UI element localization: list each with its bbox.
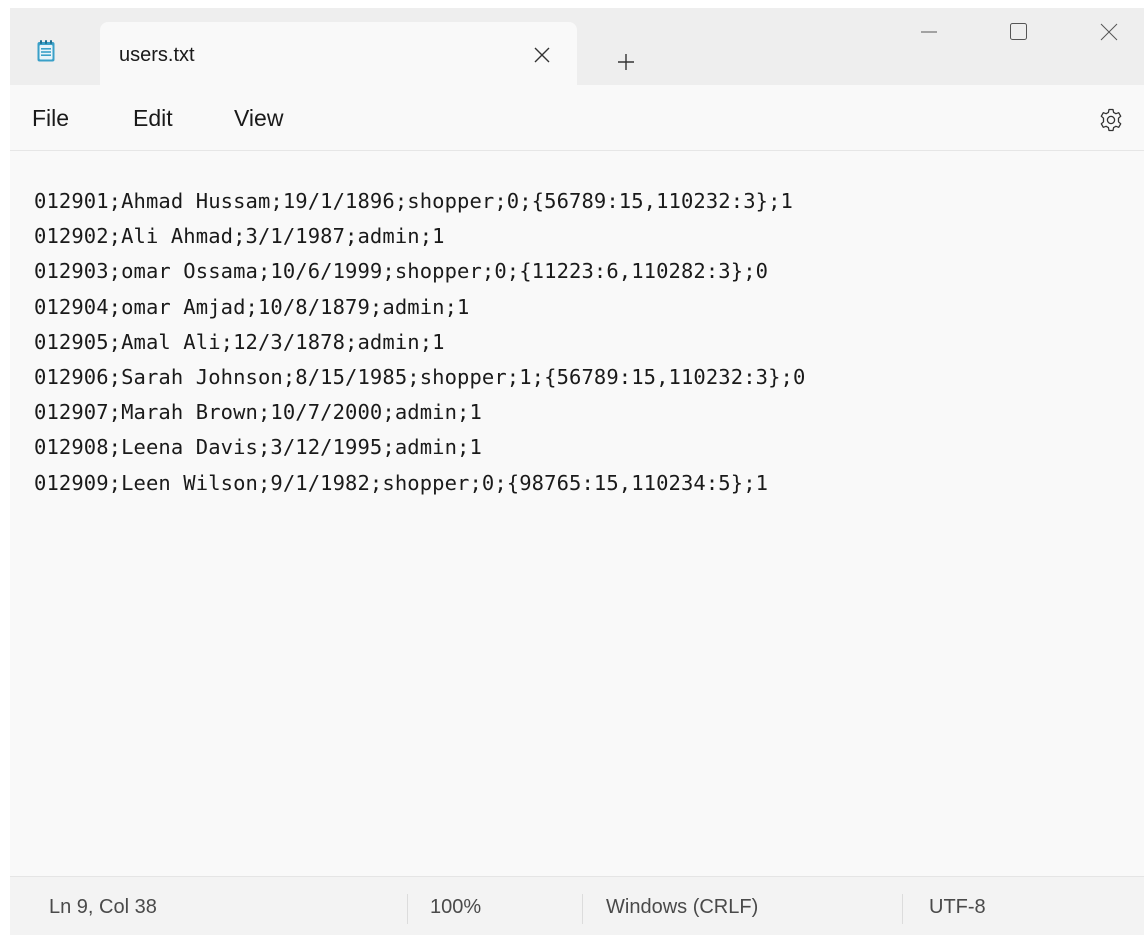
- tab-title: users.txt: [119, 44, 195, 66]
- encoding[interactable]: UTF-8: [929, 877, 986, 935]
- close-tab-icon[interactable]: [531, 44, 553, 66]
- text-line: 012905;Amal Ali;12/3/1878;admin;1: [34, 329, 445, 354]
- close-window-icon[interactable]: [1086, 8, 1132, 56]
- menu-bar: File Edit View: [10, 85, 1144, 151]
- menu-file[interactable]: File: [32, 85, 69, 150]
- minimize-icon[interactable]: [906, 8, 952, 56]
- settings-gear-icon[interactable]: [1098, 107, 1124, 133]
- new-tab-plus-icon[interactable]: [610, 46, 642, 78]
- status-divider: [582, 894, 583, 924]
- status-bar: Ln 9, Col 38 100% Windows (CRLF) UTF-8: [10, 876, 1144, 935]
- text-line: 012906;Sarah Johnson;8/15/1985;shopper;1…: [34, 365, 806, 390]
- text-line: 012901;Ahmad Hussam;19/1/1896;shopper;0;…: [34, 189, 793, 213]
- text-line: 012904;omar Amjad;10/8/1879;admin;1: [34, 294, 470, 319]
- status-divider: [902, 894, 903, 924]
- maximize-icon[interactable]: [996, 8, 1042, 56]
- status-divider: [407, 894, 408, 924]
- zoom-level[interactable]: 100%: [430, 877, 481, 935]
- text-line: 012902;Ali Ahmad;3/1/1987;admin;1: [34, 224, 445, 249]
- menu-view[interactable]: View: [234, 85, 283, 150]
- editor-lines: 012901;Ahmad Hussam;19/1/1896;shopper;0;…: [34, 184, 805, 501]
- text-line: 012903;omar Ossama;10/6/1999;shopper;0;{…: [34, 259, 769, 284]
- text-editor[interactable]: 012901;Ahmad Hussam;19/1/1896;shopper;0;…: [10, 151, 1144, 876]
- text-line: 012907;Marah Brown;10/7/2000;admin;1: [34, 400, 482, 425]
- menu-edit[interactable]: Edit: [133, 85, 173, 150]
- tab-users-txt[interactable]: users.txt: [100, 22, 577, 85]
- cursor-position[interactable]: Ln 9, Col 38: [49, 877, 157, 935]
- text-line: 012908;Leena Davis;3/12/1995;admin;1: [34, 435, 482, 460]
- line-ending[interactable]: Windows (CRLF): [606, 877, 758, 935]
- text-line: 012909;Leen Wilson;9/1/1982;shopper;0;{9…: [34, 470, 769, 495]
- notepad-icon: [37, 40, 55, 62]
- notepad-window: users.txt File Edit View 012901;Ahmad Hu…: [10, 8, 1144, 935]
- title-bar: users.txt: [10, 8, 1144, 85]
